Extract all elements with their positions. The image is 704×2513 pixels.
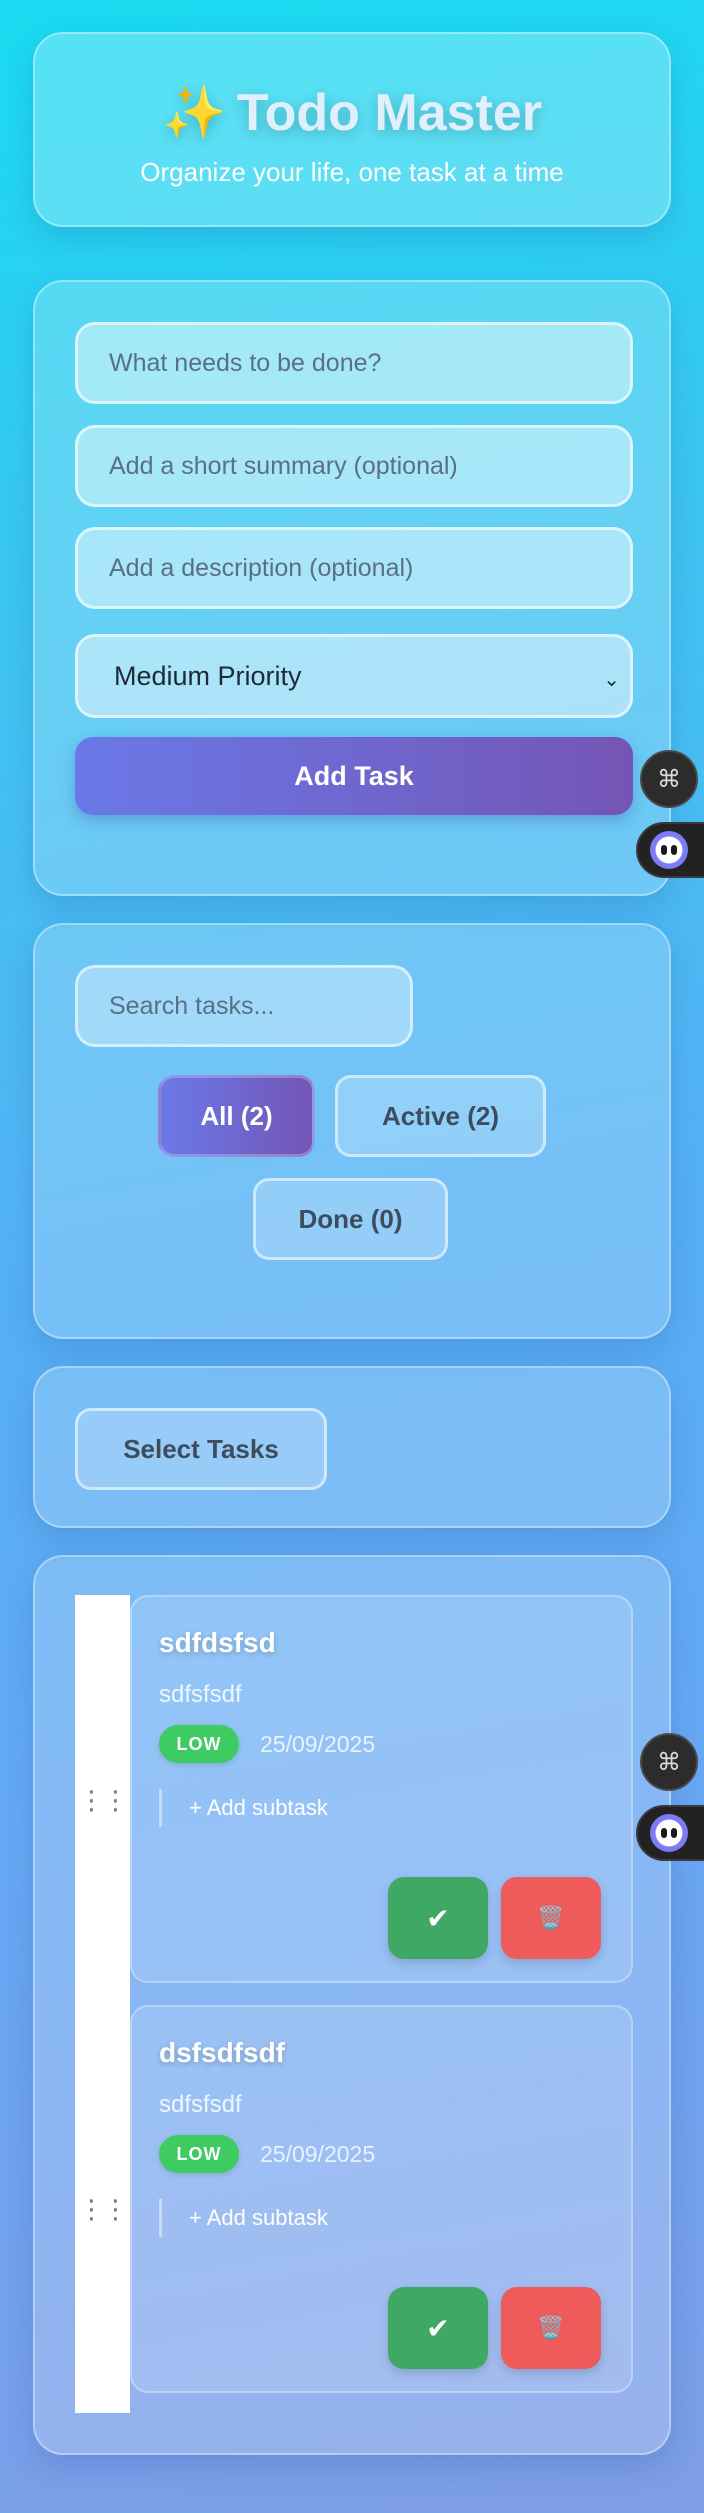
bot-face-icon [650, 1814, 688, 1852]
add-subtask-link[interactable]: + Add subtask [159, 1789, 328, 1827]
add-task-form: What needs to be done? Add a short summa… [33, 280, 671, 896]
bot-face-icon [650, 831, 688, 869]
command-grid-icon[interactable]: ⌘ [640, 1733, 698, 1791]
task-title: dsfsdfsdf [159, 2037, 285, 2068]
task-item: ⋮⋮ sdfdsfsd sdfsfsdf LOW 25/09/2025 + Ad… [75, 1595, 633, 2005]
app-title-text: Todo Master [236, 84, 543, 142]
chevron-down-icon: ⌄ [603, 669, 620, 691]
task-list: ⋮⋮ sdfdsfsd sdfsfsdf LOW 25/09/2025 + Ad… [33, 1555, 671, 2455]
filter-card: Search tasks... All (2) Active (2) Done … [33, 923, 671, 1339]
task-summary: sdfsfsdf [159, 1681, 242, 1708]
selection-card: Select Tasks [33, 1366, 671, 1528]
drag-handle-icon[interactable]: ⋮⋮ [75, 2005, 130, 2413]
priority-badge: LOW [159, 2135, 239, 2173]
task-summary: sdfsfsdf [159, 2091, 242, 2118]
delete-task-button[interactable]: 🗑️ [501, 1877, 601, 1959]
filter-done-button[interactable]: Done (0) [253, 1178, 448, 1260]
task-date: 25/09/2025 [260, 2141, 376, 2167]
priority-badge: LOW [159, 1725, 239, 1763]
sparkle-icon: ✨ [161, 84, 227, 142]
header-card: ✨ Todo Master Organize your life, one tas… [33, 32, 671, 227]
command-grid-icon[interactable]: ⌘ [640, 750, 698, 808]
task-description-input[interactable]: Add a description (optional) [75, 527, 633, 609]
complete-task-button[interactable]: ✔ [388, 2287, 488, 2369]
priority-select-value: Medium Priority [114, 660, 302, 691]
priority-select[interactable]: Medium Priority ⌄ [75, 634, 633, 718]
add-subtask-link[interactable]: + Add subtask [159, 2199, 328, 2237]
assistant-bot-button[interactable] [636, 1805, 704, 1861]
task-item: ⋮⋮ dsfsdfsdf sdfsfsdf LOW 25/09/2025 + A… [75, 2005, 633, 2413]
task-title: sdfdsfsd [159, 1627, 276, 1658]
task-card: sdfdsfsd sdfsfsdf LOW 25/09/2025 + Add s… [130, 1595, 633, 1983]
select-tasks-button[interactable]: Select Tasks [75, 1408, 327, 1490]
app-subtitle: Organize your life, one task at a time [140, 157, 564, 187]
task-card: dsfsdfsdf sdfsfsdf LOW 25/09/2025 + Add … [130, 2005, 633, 2393]
assistant-bot-button[interactable] [636, 822, 704, 878]
filter-active-button[interactable]: Active (2) [335, 1075, 546, 1157]
search-input[interactable]: Search tasks... [75, 965, 413, 1047]
complete-task-button[interactable]: ✔ [388, 1877, 488, 1959]
task-date: 25/09/2025 [260, 1731, 376, 1757]
add-task-button[interactable]: Add Task [75, 737, 633, 815]
app-title: ✨ Todo Master [35, 82, 669, 143]
filter-all-button[interactable]: All (2) [158, 1075, 315, 1157]
drag-handle-icon[interactable]: ⋮⋮ [75, 1595, 130, 2005]
task-title-input[interactable]: What needs to be done? [75, 322, 633, 404]
delete-task-button[interactable]: 🗑️ [501, 2287, 601, 2369]
task-summary-input[interactable]: Add a short summary (optional) [75, 425, 633, 507]
